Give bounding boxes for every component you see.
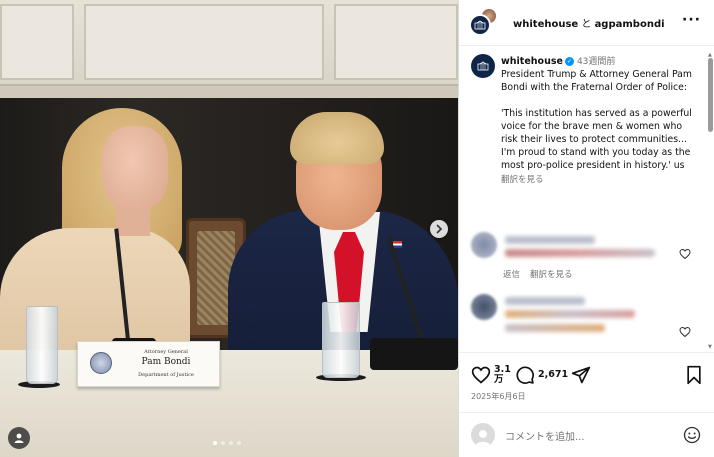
post-actions: 3.1 万 2,671 2025年6月6日 xyxy=(459,352,714,406)
comment-input[interactable]: コメントを追加... xyxy=(505,428,585,443)
caption-avatar[interactable] xyxy=(471,54,495,78)
comment-bubble-icon[interactable] xyxy=(515,365,535,385)
wall-molding xyxy=(0,84,458,98)
carousel-next-button[interactable] xyxy=(430,220,448,238)
woman-face xyxy=(102,126,168,212)
comment-item xyxy=(471,294,699,350)
microphone-base xyxy=(370,338,458,370)
wall-panel xyxy=(84,4,324,80)
like-count-unit: 万 xyxy=(494,374,504,385)
like-action: 3.1 万 xyxy=(471,365,511,385)
header-account-whitehouse[interactable]: whitehouse xyxy=(513,19,578,30)
whitehouse-logo-icon xyxy=(474,20,486,29)
default-user-icon xyxy=(475,430,491,447)
background-wall xyxy=(0,0,458,98)
scroll-down-icon[interactable]: ▼ xyxy=(708,344,712,350)
whitehouse-avatar xyxy=(469,13,491,36)
blurred-comment-text xyxy=(505,249,655,257)
whitehouse-avatar xyxy=(471,54,495,78)
man-hair xyxy=(290,112,384,164)
caption-time[interactable]: 43週間前 xyxy=(577,57,615,67)
nameplate: Attorney General Pam Bondi Department of… xyxy=(77,341,220,387)
comment-action: 2,671 xyxy=(515,365,568,385)
heart-icon[interactable] xyxy=(471,365,491,385)
post-photo[interactable]: Attorney General Pam Bondi Department of… xyxy=(0,0,458,457)
reply-link[interactable]: 返信 xyxy=(503,270,520,280)
comment-like-heart-icon[interactable] xyxy=(679,248,691,260)
carousel-dot xyxy=(229,441,233,445)
flag-pin xyxy=(393,241,402,248)
chevron-right-icon xyxy=(436,224,443,234)
carousel-dot xyxy=(221,441,225,445)
whitehouse-logo-icon xyxy=(477,61,489,71)
comment-translate-link[interactable]: 翻訳を見る xyxy=(530,270,573,280)
post-sidebar: whitehouse と agpambondi ··· whitehouse ✓… xyxy=(458,0,714,457)
nameplate-title: Attorney General xyxy=(144,349,188,355)
comment-item: 返信 翻訳を見る xyxy=(471,232,699,280)
tagged-users-button[interactable] xyxy=(8,427,30,449)
nameplate-name: Pam Bondi xyxy=(141,357,191,367)
share-action xyxy=(571,365,591,385)
current-user-avatar xyxy=(471,423,495,447)
caption-translate-link[interactable]: 翻訳を見る xyxy=(501,173,699,185)
header-accounts: whitehouse と agpambondi xyxy=(513,15,665,30)
carousel-dot xyxy=(237,441,241,445)
carousel-dot xyxy=(213,441,217,445)
water-glass xyxy=(322,302,360,378)
post-date: 2025年6月6日 xyxy=(471,392,526,401)
commenter-avatar[interactable] xyxy=(471,232,497,258)
instagram-post-view: Attorney General Pam Bondi Department of… xyxy=(0,0,714,457)
caption-body: whitehouse ✓ 43週間前 President Trump & Attor… xyxy=(501,54,699,185)
emoji-icon[interactable] xyxy=(683,426,701,444)
comments-scrollbar[interactable]: ▲ ▼ xyxy=(708,52,713,350)
verified-badge-icon: ✓ xyxy=(564,57,574,66)
share-paper-plane-icon[interactable] xyxy=(571,365,591,385)
blurred-comment-text xyxy=(505,297,585,305)
blurred-comment-text xyxy=(505,324,605,332)
nameplate-dept: Department of Justice xyxy=(138,372,194,378)
post-header: whitehouse と agpambondi ··· xyxy=(459,0,714,46)
header-connector: と xyxy=(578,19,595,30)
blurred-comment-text xyxy=(505,310,635,318)
save-action xyxy=(685,365,703,385)
user-icon xyxy=(14,433,24,443)
caption-text: President Trump & Attorney General Pam B… xyxy=(501,69,692,171)
add-comment-bar: コメントを追加... xyxy=(459,412,714,457)
commenter-avatar[interactable] xyxy=(471,294,497,320)
comment-like-heart-icon[interactable] xyxy=(679,326,691,338)
blurred-comment-text xyxy=(505,236,595,244)
comment-count[interactable]: 2,671 xyxy=(538,370,568,380)
caption-username[interactable]: whitehouse xyxy=(501,56,563,67)
comment-actions: 返信 翻訳を見る xyxy=(503,268,583,280)
water-glass xyxy=(26,306,58,384)
scroll-thumb[interactable] xyxy=(708,58,713,132)
bookmark-icon[interactable] xyxy=(685,365,703,385)
collab-avatars[interactable] xyxy=(469,7,499,38)
header-account-agpambondi[interactable]: agpambondi xyxy=(595,19,665,30)
like-count[interactable]: 3.1 万 xyxy=(494,365,511,385)
wall-panel xyxy=(0,4,74,80)
more-options-icon[interactable]: ··· xyxy=(682,12,701,28)
carousel-indicator xyxy=(213,441,241,445)
wall-panel xyxy=(334,4,458,80)
doj-seal-icon xyxy=(90,352,112,374)
